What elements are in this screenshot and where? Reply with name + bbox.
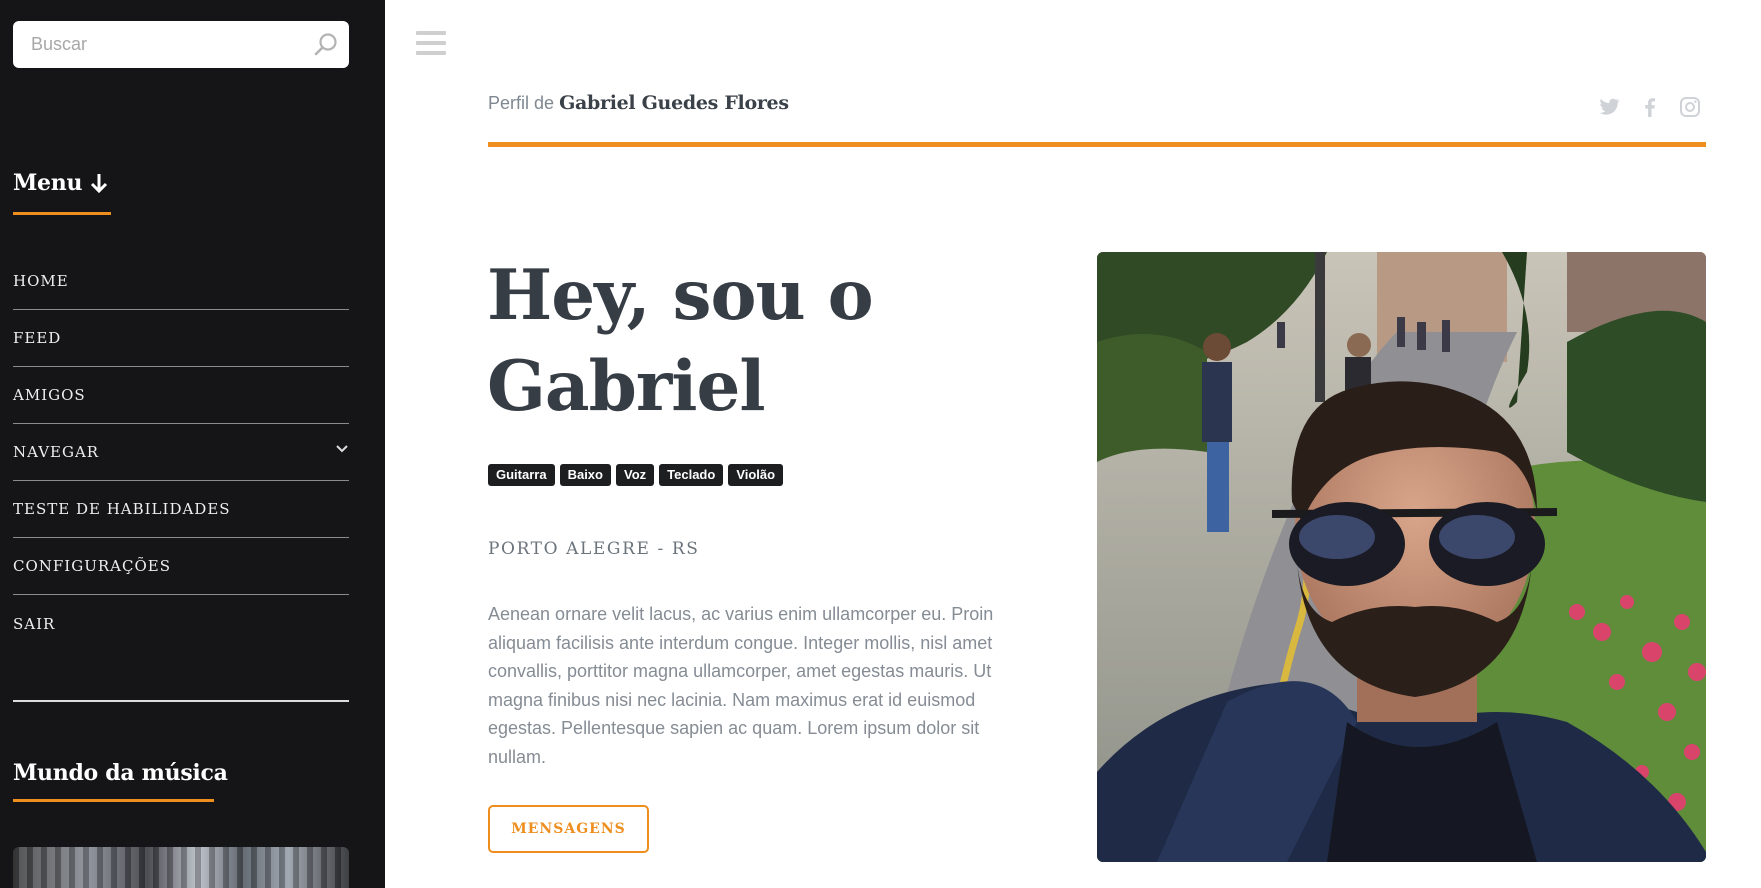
bio-text: Aenean ornare velit lacus, ac varius eni… <box>488 604 994 767</box>
hero-heading: Hey, sou o Gabriel <box>487 250 874 432</box>
search-box[interactable] <box>13 21 349 68</box>
header-divider <box>488 142 1706 147</box>
sidebar-item-navegar[interactable]: NAVEGAR <box>13 424 349 481</box>
sidebar-item-label: FEED <box>13 329 62 347</box>
tag: Voz <box>615 464 655 486</box>
sidebar-item-label: CONFIGURAÇÕES <box>13 557 171 575</box>
arrow-down-icon <box>90 173 108 199</box>
menu-heading-underline <box>13 212 111 215</box>
sidebar-item-feed[interactable]: FEED <box>13 310 349 367</box>
search-icon[interactable] <box>313 32 339 58</box>
sidebar-item-amigos[interactable]: AMIGOS <box>13 367 349 424</box>
sidebar-item-label: SAIR <box>13 614 56 633</box>
profile-prefix: Perfil de <box>488 93 555 113</box>
instagram-icon[interactable] <box>1678 95 1702 119</box>
search-input[interactable] <box>13 21 349 68</box>
sidebar-divider <box>13 700 349 702</box>
sidebar-item-sair[interactable]: SAIR <box>13 595 349 652</box>
profile-name: Gabriel Guedes Flores <box>559 92 789 114</box>
music-news-thumbnail[interactable] <box>13 847 349 888</box>
tag: Violão <box>728 464 784 486</box>
sidebar-item-label: NAVEGAR <box>13 443 100 461</box>
tag: Baixo <box>559 464 611 486</box>
sidebar-item-teste-de-habilidades[interactable]: TESTE DE HABILIDADES <box>13 481 349 538</box>
twitter-icon[interactable] <box>1597 95 1621 119</box>
profile-photo <box>1097 252 1706 862</box>
menu-heading: Menu <box>13 170 108 199</box>
tag: Teclado <box>659 464 724 486</box>
section-heading: Mundo da música <box>13 760 228 786</box>
sidebar: Menu HOME FEED AMIGOS NAVEGAR TESTE DE H… <box>0 0 385 888</box>
sidebar-item-label: HOME <box>13 272 69 290</box>
location: PORTO ALEGRE - RS <box>488 539 700 559</box>
sidebar-item-home[interactable]: HOME <box>13 253 349 310</box>
hero-line-2: Gabriel <box>487 346 766 427</box>
tag: Guitarra <box>488 464 555 486</box>
sidebar-item-label: AMIGOS <box>13 386 86 404</box>
section-heading-underline <box>13 799 214 802</box>
hamburger-menu-icon[interactable] <box>416 31 446 57</box>
sidebar-item-label: TESTE DE HABILIDADES <box>13 500 231 518</box>
sidebar-menu: HOME FEED AMIGOS NAVEGAR TESTE DE HABILI… <box>13 253 349 652</box>
messages-button[interactable]: MENSAGENS <box>488 805 649 853</box>
profile-header: Perfil de Gabriel Guedes Flores <box>488 92 789 114</box>
facebook-icon[interactable] <box>1638 95 1662 119</box>
sidebar-item-configuracoes[interactable]: CONFIGURAÇÕES <box>13 538 349 595</box>
instrument-tags: Guitarra Baixo Voz Teclado Violão <box>488 464 784 486</box>
menu-heading-label: Menu <box>13 170 83 196</box>
hero-line-1: Hey, sou o <box>487 255 874 336</box>
chevron-down-icon[interactable] <box>335 442 349 456</box>
